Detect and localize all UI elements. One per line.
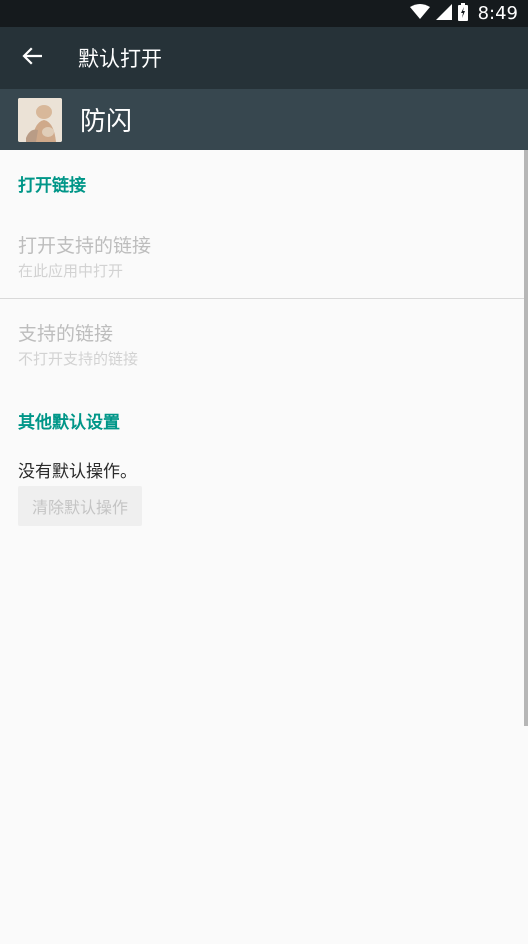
pref-summary: 不打开支持的链接 — [18, 350, 139, 368]
toolbar: 默认打开 — [0, 27, 528, 89]
pref-open-supported-links[interactable]: 打开支持的链接 在此应用中打开 — [0, 216, 528, 298]
status-time: 8:49 — [477, 3, 518, 24]
pref-supported-links[interactable]: 支持的链接 不打开支持的链接 — [0, 299, 528, 379]
settings-content: 打开链接 打开支持的链接 在此应用中打开 支持的链接 不打开支持的链接 其他默认… — [0, 150, 528, 944]
battery-icon — [457, 2, 468, 25]
section-header-open-links: 打开链接 — [18, 176, 86, 196]
clear-defaults-button[interactable]: 清除默认操作 — [18, 486, 142, 526]
signal-icon — [435, 3, 452, 24]
scrollbar[interactable] — [524, 150, 528, 726]
status-bar: 8:49 — [0, 0, 528, 27]
arrow-back-icon — [22, 47, 43, 69]
wifi-icon — [409, 3, 430, 24]
pref-title: 打开支持的链接 — [18, 235, 152, 257]
app-header: 防闪 — [0, 89, 528, 150]
no-default-text: 没有默认操作。 — [18, 462, 137, 482]
page-title: 默认打开 — [78, 47, 162, 71]
app-name: 防闪 — [80, 107, 133, 137]
pref-summary: 在此应用中打开 — [18, 262, 124, 280]
pref-title: 支持的链接 — [18, 323, 114, 345]
section-header-other-defaults: 其他默认设置 — [18, 413, 120, 433]
back-button[interactable] — [0, 27, 64, 89]
app-icon — [18, 97, 62, 142]
